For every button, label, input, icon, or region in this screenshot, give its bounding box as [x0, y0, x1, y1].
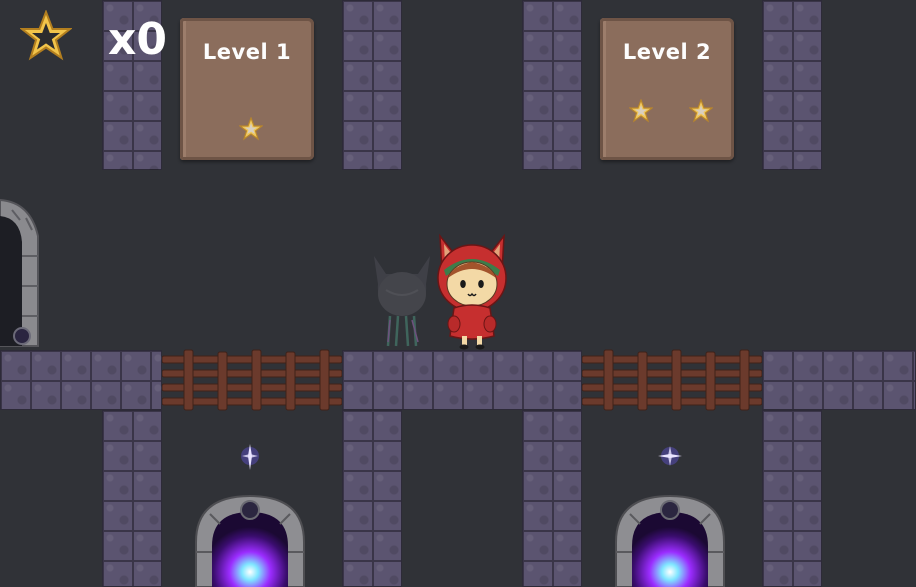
stone-pillar	[522, 410, 582, 587]
player-character[interactable]	[432, 232, 512, 350]
star-icon	[20, 10, 72, 61]
stone-pillar	[102, 410, 162, 587]
level-2-portal[interactable]	[610, 492, 730, 587]
level-1-sign[interactable]: Level 1	[180, 18, 314, 160]
star-icon	[629, 99, 653, 123]
stone-pillar	[762, 410, 822, 587]
stone-pillar	[522, 0, 582, 170]
stone-floor	[762, 350, 916, 410]
wooden-bridge	[582, 349, 762, 411]
exit-archway[interactable]	[0, 196, 44, 350]
ghost-cat	[374, 256, 430, 347]
level-2-title: Level 2	[622, 40, 712, 64]
level-1-title: Level 1	[202, 40, 292, 64]
star-icon	[689, 99, 713, 123]
stone-floor	[342, 350, 582, 410]
game-scene: Level 1 Level 2 x0	[0, 0, 916, 587]
stone-pillar	[342, 0, 402, 170]
level-1-portal[interactable]	[190, 492, 310, 587]
star-count: x0	[108, 14, 167, 65]
stone-floor	[0, 350, 162, 410]
wooden-bridge	[162, 349, 342, 411]
stone-pillar	[762, 0, 822, 170]
star-icon	[239, 117, 263, 141]
sparkle-icon	[658, 446, 682, 466]
sparkle-icon	[241, 444, 259, 470]
stone-pillar	[342, 410, 402, 587]
level-2-sign[interactable]: Level 2	[600, 18, 734, 160]
